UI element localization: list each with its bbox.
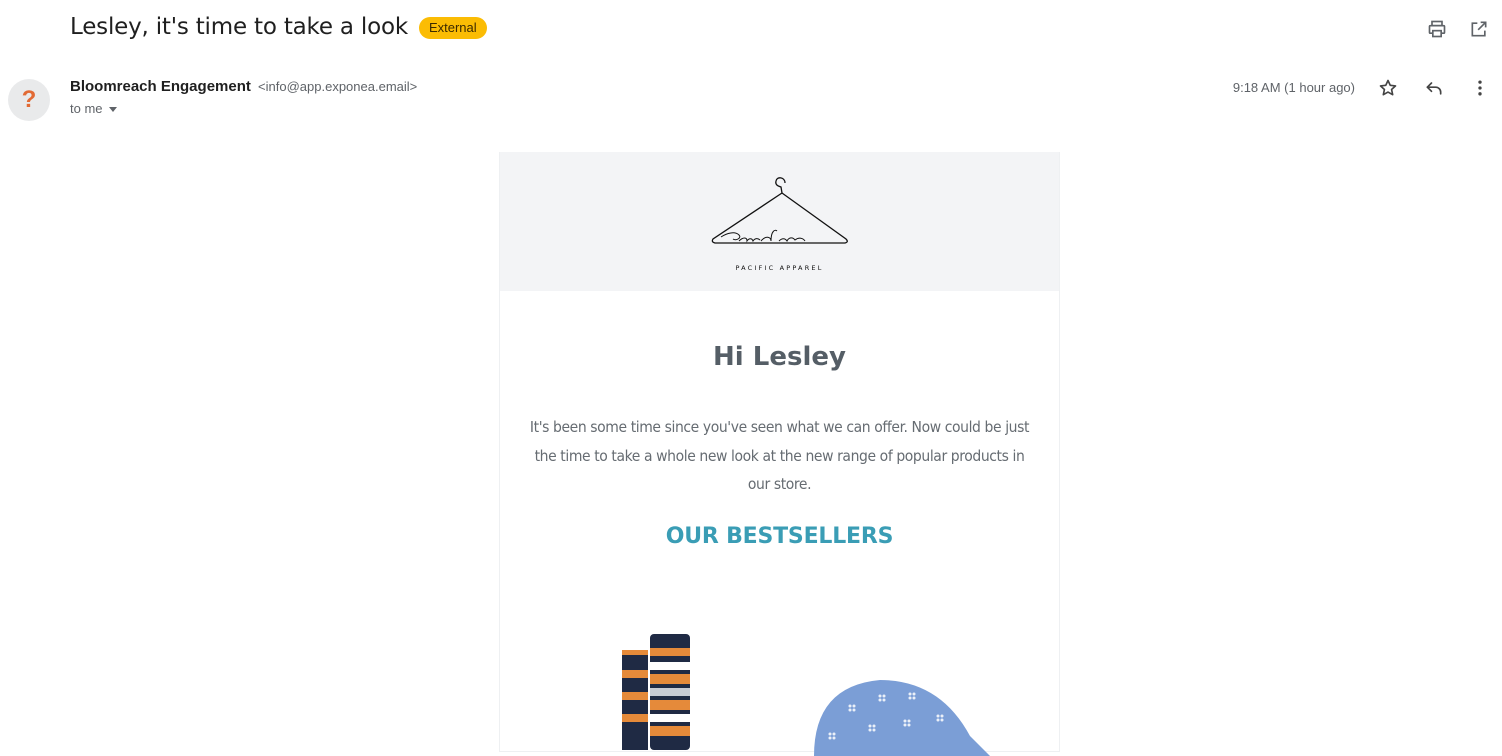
reply-icon[interactable] — [1422, 76, 1446, 100]
email-subject: Lesley, it's time to take a look — [70, 14, 408, 40]
sender-email: <info@app.exponea.email> — [258, 79, 418, 94]
bestsellers-heading: OUR BESTSELLERS — [665, 524, 894, 549]
brand-caption: PACIFIC APPAREL — [735, 264, 824, 272]
striped-socks-image[interactable] — [618, 630, 698, 750]
sender-line: Bloomreach Engagement <info@app.exponea.… — [70, 78, 417, 95]
recipient-details[interactable]: to me — [70, 101, 117, 116]
greeting-heading: Hi Lesley — [713, 342, 846, 372]
chevron-down-icon[interactable] — [108, 107, 117, 112]
star-icon[interactable] — [1376, 76, 1400, 100]
open-in-new-window-icon[interactable] — [1468, 17, 1490, 41]
sender-avatar[interactable]: ? — [8, 79, 50, 121]
email-body-card: PACIFIC APPAREL Hi Lesley It's been some… — [499, 152, 1060, 756]
denim-cap-image[interactable] — [810, 676, 990, 756]
email-banner: PACIFIC APPAREL — [500, 152, 1059, 291]
avatar-glyph: ? — [21, 86, 37, 113]
subject-row: Lesley, it's time to take a look Externa… — [70, 14, 487, 40]
email-timestamp: 9:18 AM (1 hour ago) — [1232, 80, 1355, 95]
top-toolbar — [1426, 17, 1490, 41]
external-badge[interactable]: External — [418, 16, 487, 39]
message-actions — [1376, 76, 1492, 100]
print-icon[interactable] — [1426, 17, 1448, 41]
sender-name[interactable]: Bloomreach Engagement — [70, 78, 251, 95]
hanger-logo[interactable] — [709, 169, 851, 274]
recipient-label: to me — [70, 101, 103, 116]
body-paragraph: It's been some time since you've seen wh… — [529, 418, 1030, 493]
more-vert-icon[interactable] — [1468, 76, 1492, 100]
